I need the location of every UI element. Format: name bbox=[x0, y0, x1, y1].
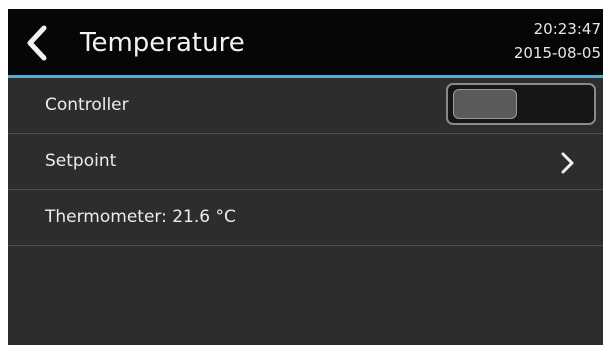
clock-time: 20:23:47 bbox=[533, 20, 601, 38]
clock: 20:23:47 2015-08-05 bbox=[514, 17, 601, 65]
controller-row: Controller bbox=[8, 78, 603, 134]
chevron-left-icon bbox=[27, 25, 47, 61]
controller-toggle[interactable] bbox=[446, 83, 596, 125]
page-title: Temperature bbox=[80, 28, 245, 58]
back-button[interactable] bbox=[22, 23, 52, 63]
clock-date: 2015-08-05 bbox=[513, 44, 601, 62]
chevron-right-icon bbox=[561, 152, 574, 174]
setpoint-label: Setpoint bbox=[45, 151, 117, 171]
setpoint-row[interactable]: Setpoint bbox=[8, 134, 603, 190]
thermometer-row: Thermometer: 21.6 °C bbox=[8, 190, 603, 246]
controller-label: Controller bbox=[45, 95, 129, 115]
toggle-knob bbox=[453, 89, 517, 119]
header-bar: Temperature 20:23:47 2015-08-05 bbox=[8, 9, 603, 75]
thermometer-label: Thermometer: 21.6 °C bbox=[45, 207, 236, 227]
screen: Temperature 20:23:47 2015-08-05 Controll… bbox=[8, 9, 603, 345]
